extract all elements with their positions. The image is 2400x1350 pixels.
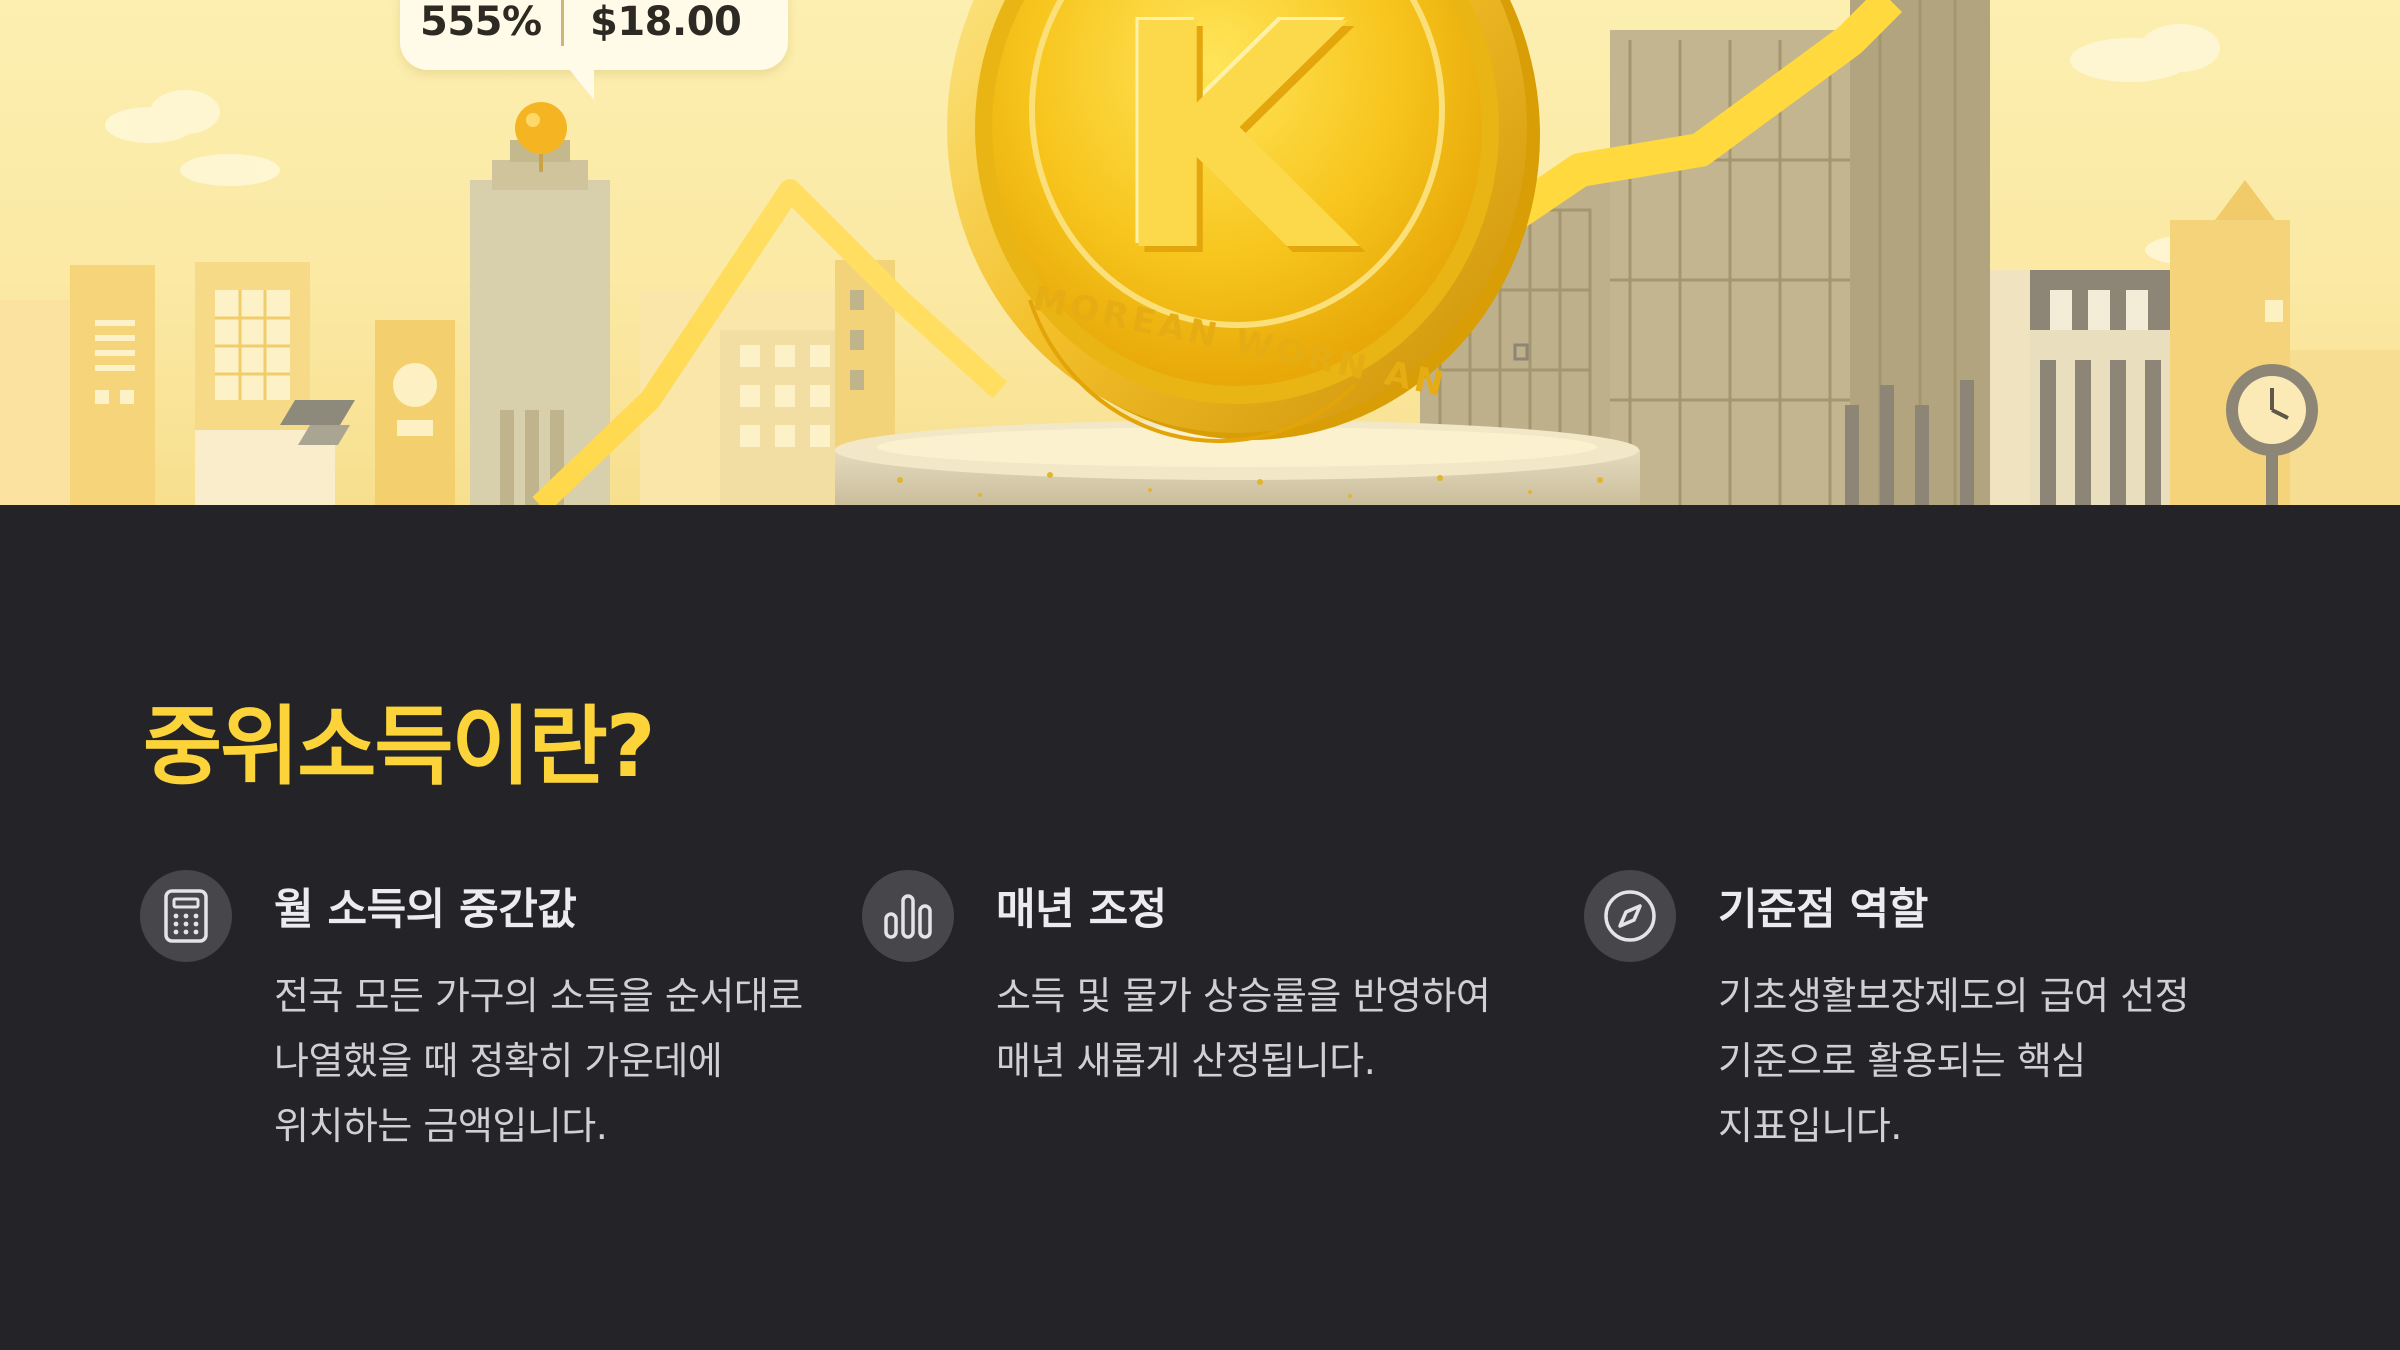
calculator-icon <box>140 870 232 962</box>
feature-description: 기초생활보장제도의 급여 선정 기준으로 활용되는 핵심 지표입니다. <box>1718 974 2190 1148</box>
feature-item-reference-point: 기준점 역할 기초생활보장제도의 급여 선정 기준으로 활용되는 핵심 지표입니… <box>1584 870 2224 1170</box>
hero-banner: K MOREAN WORN AN 555% $18.00 <box>0 0 2400 505</box>
feature-description: 소득 및 물가 상승률을 반영하여 매년 새롭게 산정됩니다. <box>996 974 1491 1083</box>
bar-chart-icon <box>862 870 954 962</box>
feature-item-median-income: 월 소득의 중간값 전국 모든 가구의 소득을 순서대로 나열했을 때 정확히 … <box>140 870 803 1170</box>
feature-title: 월 소득의 중간값 <box>274 885 577 935</box>
feature-item-annual-adjustment: 매년 조정 소득 및 물가 상승률을 반영하여 매년 새롭게 산정됩니다. <box>862 870 1502 1170</box>
left-city-buildings <box>0 140 895 505</box>
price-divider <box>561 0 564 46</box>
section-title: 중위소득이란? <box>143 697 656 797</box>
page: K MOREAN WORN AN 555% $18.00 중위소득이란? 월 소… <box>0 0 2400 1350</box>
price-percent: 555% <box>420 0 542 45</box>
compass-icon <box>1584 870 1676 962</box>
feature-title: 기준점 역할 <box>1718 885 1928 935</box>
feature-title: 매년 조정 <box>996 885 1167 935</box>
feature-description: 전국 모든 가구의 소득을 순서대로 나열했을 때 정확히 가운데에 위치하는 … <box>274 974 803 1148</box>
price-usd: $18.00 <box>590 0 742 45</box>
coin-letter: K <box>1110 0 1351 320</box>
